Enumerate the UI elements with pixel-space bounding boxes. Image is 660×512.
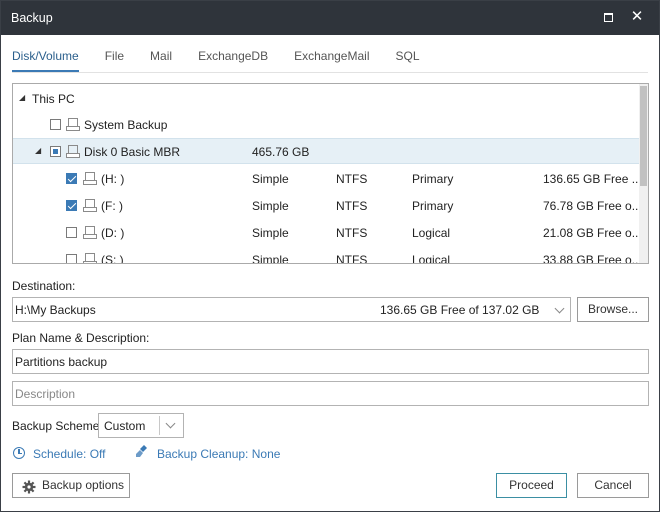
backup-options-button[interactable]: Backup options <box>12 473 130 498</box>
partition-type: Logical <box>412 226 451 240</box>
tree-row-disk-0[interactable]: ◢ Disk 0 Basic MBR 465.76 GB <box>13 138 639 164</box>
tree-row-partition[interactable]: (H: ) Simple NTFS Primary 136.65 GB Free… <box>13 166 642 192</box>
partition-type: Primary <box>412 172 454 186</box>
disk-name: Disk 0 Basic MBR <box>84 145 181 159</box>
broom-icon <box>135 444 149 458</box>
volume-tree: ◢ This PC System Backup ◢ Disk 0 Basic M… <box>12 83 649 264</box>
partition-filesystem: NTFS <box>336 172 368 186</box>
partition-filesystem: NTFS <box>336 226 368 240</box>
partition-free: 136.65 GB Free ... <box>543 172 642 186</box>
description-placeholder: Description <box>15 387 76 401</box>
schedule-link[interactable]: Schedule: Off <box>33 447 106 461</box>
collapse-triangle-icon[interactable]: ◢ <box>35 147 43 155</box>
destination-dropdown[interactable]: H:\My Backups 136.65 GB Free of 137.02 G… <box>12 297 571 322</box>
tab-mail[interactable]: Mail <box>150 48 172 72</box>
partition-free: 21.08 GB Free o... <box>543 226 642 240</box>
partition-name: (D: ) <box>101 226 125 240</box>
tree-root-label: This PC <box>32 92 75 106</box>
partition-icon <box>83 226 97 239</box>
close-icon: ✕ <box>630 8 644 25</box>
destination-free-space: 136.65 GB Free of 137.02 GB <box>380 303 540 317</box>
partition-checkbox[interactable] <box>66 173 77 184</box>
plan-name-value: Partitions backup <box>15 355 108 369</box>
maximize-button[interactable] <box>601 10 615 24</box>
partition-free: 33.88 GB Free o... <box>543 253 642 264</box>
destination-label: Destination: <box>12 279 76 293</box>
tab-strip: Disk/Volume File Mail ExchangeDB Exchang… <box>12 48 446 72</box>
partition-checkbox[interactable] <box>66 254 77 263</box>
system-backup-checkbox[interactable] <box>50 119 61 130</box>
partition-icon <box>83 172 97 185</box>
tab-file[interactable]: File <box>105 48 124 72</box>
partition-layout: Simple <box>252 226 289 240</box>
tree-row-partition[interactable]: (D: ) Simple NTFS Logical 21.08 GB Free … <box>13 220 642 246</box>
tab-sql[interactable]: SQL <box>395 48 419 72</box>
partition-type: Primary <box>412 199 454 213</box>
disk-size: 465.76 GB <box>252 145 310 159</box>
plan-name-input[interactable]: Partitions backup <box>12 349 649 374</box>
proceed-button[interactable]: Proceed <box>496 473 567 498</box>
plan-label: Plan Name & Description: <box>12 331 150 345</box>
browse-button[interactable]: Browse... <box>577 297 649 322</box>
disk-icon <box>66 145 80 158</box>
partition-layout: Simple <box>252 253 289 264</box>
backup-options-label: Backup options <box>42 478 125 492</box>
close-button[interactable]: ✕ <box>629 9 645 25</box>
disk-0-checkbox[interactable] <box>50 146 61 157</box>
maximize-icon <box>603 12 613 22</box>
partition-free: 76.78 GB Free o... <box>543 199 642 213</box>
tree-row-system-backup[interactable]: System Backup <box>13 112 639 138</box>
window-title: Backup <box>11 11 53 25</box>
tab-exchangemail[interactable]: ExchangeMail <box>294 48 369 72</box>
partition-layout: Simple <box>252 199 289 213</box>
tab-exchangedb[interactable]: ExchangeDB <box>198 48 268 72</box>
collapse-triangle-icon[interactable]: ◢ <box>19 94 27 102</box>
select-divider <box>159 416 160 435</box>
chevron-down-icon <box>165 418 176 429</box>
drive-icon <box>66 118 80 131</box>
scrollbar-thumb[interactable] <box>640 86 647 186</box>
tab-divider <box>12 72 648 73</box>
partition-type: Logical <box>412 253 451 264</box>
system-backup-label: System Backup <box>84 118 168 132</box>
backup-scheme-label: Backup Scheme: <box>12 419 103 433</box>
tab-disk-volume[interactable]: Disk/Volume <box>12 48 79 72</box>
tree-scrollbar[interactable] <box>639 84 648 263</box>
partition-name: (H: ) <box>101 172 125 186</box>
tree-row-partition[interactable]: (S: ) Simple NTFS Logical 33.88 GB Free … <box>13 247 642 264</box>
partition-layout: Simple <box>252 172 289 186</box>
partition-checkbox[interactable] <box>66 200 77 211</box>
backup-cleanup-link[interactable]: Backup Cleanup: None <box>157 447 280 461</box>
backup-scheme-select[interactable]: Custom <box>98 413 184 438</box>
title-bar: Backup ✕ <box>1 1 659 35</box>
backup-window: Backup ✕ Disk/Volume File Mail ExchangeD… <box>0 0 660 512</box>
tree-row-partition[interactable]: (F: ) Simple NTFS Primary 76.78 GB Free … <box>13 193 642 219</box>
partition-filesystem: NTFS <box>336 199 368 213</box>
backup-scheme-value: Custom <box>104 419 146 433</box>
description-input[interactable]: Description <box>12 381 649 406</box>
partition-name: (S: ) <box>101 253 124 264</box>
cancel-button[interactable]: Cancel <box>577 473 649 498</box>
partition-icon <box>83 199 97 212</box>
partition-name: (F: ) <box>101 199 123 213</box>
partition-filesystem: NTFS <box>336 253 368 264</box>
clock-icon <box>13 447 25 459</box>
gear-icon <box>22 479 36 494</box>
tree-row-this-pc[interactable]: ◢ This PC <box>13 86 639 112</box>
partition-checkbox[interactable] <box>66 227 77 238</box>
chevron-down-icon <box>554 303 565 314</box>
partition-icon <box>83 253 97 263</box>
destination-path: H:\My Backups <box>15 303 96 317</box>
